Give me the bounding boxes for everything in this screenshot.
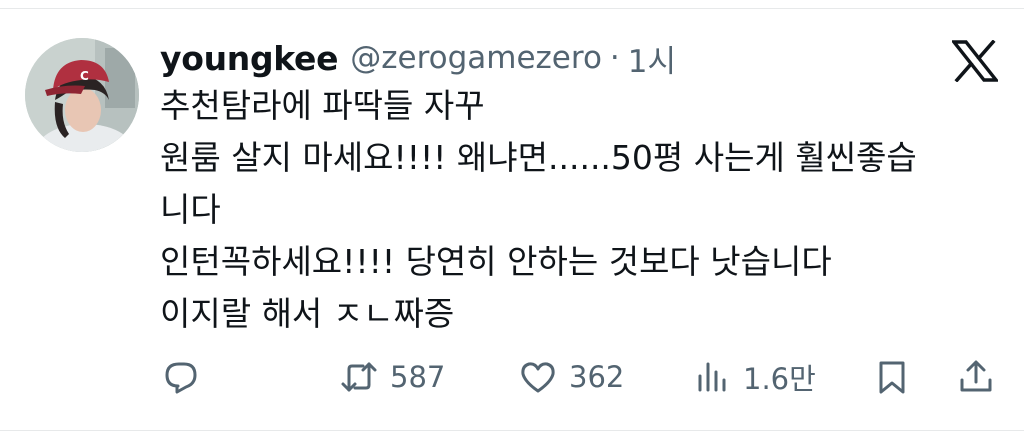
views-icon: [698, 362, 726, 392]
avatar-photo: C: [25, 38, 139, 152]
share-button[interactable]: [957, 350, 995, 404]
bookmark-button[interactable]: [873, 350, 911, 404]
timestamp[interactable]: 1시: [628, 36, 676, 81]
bookmark-icon: [879, 361, 905, 394]
views-count: 1.6만: [743, 362, 816, 396]
retweet-count: 587: [390, 360, 446, 394]
tweet-header: youngkee @zerogamezero · 1시: [160, 34, 676, 82]
action-bar: 587 362 1.6만: [0, 350, 1024, 404]
share-icon: [960, 360, 992, 392]
tweet-line-5: 이지랄 해서 ㅈㄴ짜증: [160, 294, 455, 333]
svg-text:C: C: [80, 69, 89, 83]
top-divider: [0, 8, 1024, 9]
like-button[interactable]: 362: [519, 350, 624, 404]
tweet-line-2: 원룸 살지 마세요!!!! 왜냐면......50평 사는게 훨씬좋습: [160, 138, 917, 177]
heart-icon: [521, 362, 555, 393]
author-handle[interactable]: @zerogamezero: [350, 40, 602, 76]
tweet-line-3: 니다: [160, 190, 221, 229]
views-button[interactable]: 1.6만: [693, 350, 816, 404]
reply-button[interactable]: [162, 350, 200, 404]
retweet-button[interactable]: 587: [340, 350, 445, 404]
tweet-text: 추천탐라에 파딱들 자꾸 원룸 살지 마세요!!!! 왜냐면......50평 …: [160, 80, 1000, 340]
author-name[interactable]: youngkee: [160, 39, 339, 78]
reply-icon: [165, 362, 197, 394]
bottom-divider: [0, 430, 1024, 431]
x-logo-icon[interactable]: [950, 39, 1000, 83]
separator-dot: ·: [609, 40, 620, 76]
like-count: 362: [569, 360, 625, 394]
retweet-icon: [341, 362, 377, 392]
avatar[interactable]: C: [25, 38, 139, 152]
tweet-line-1: 추천탐라에 파딱들 자꾸: [160, 86, 485, 125]
tweet-line-4: 인턴꼭하세요!!!! 당연히 안하는 것보다 낫습니다: [160, 242, 832, 281]
